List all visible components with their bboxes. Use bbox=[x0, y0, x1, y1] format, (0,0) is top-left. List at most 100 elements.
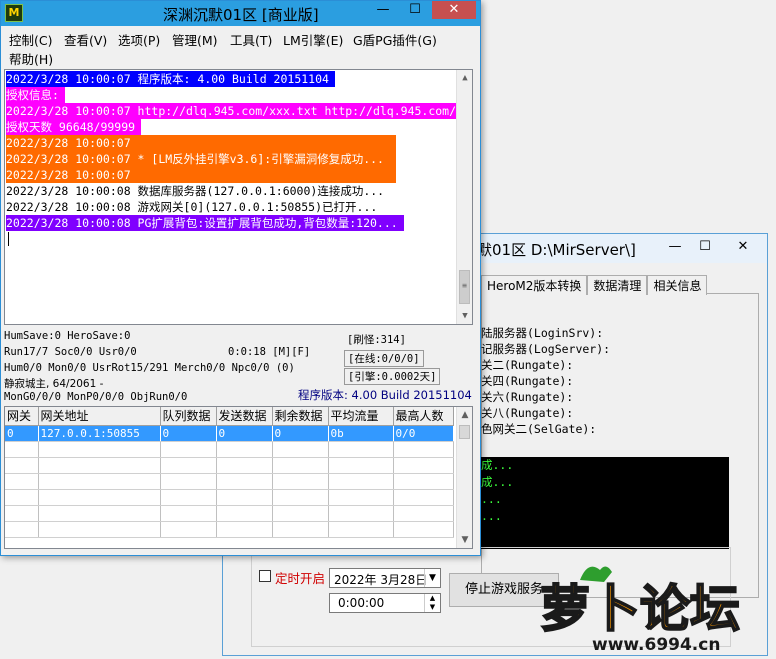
log-line: 2022/3/28 10:00:07 bbox=[6, 167, 396, 183]
spinner-icon[interactable]: ▲ ▼ bbox=[424, 594, 440, 612]
version-text: 程序版本: 4.00 Build 20151104 bbox=[298, 388, 472, 402]
humsave-text: HumSave:0 HeroSave:0 bbox=[4, 330, 131, 342]
chevron-down-icon[interactable]: ▼ bbox=[424, 569, 440, 587]
scroll-down-icon[interactable]: ▼ bbox=[457, 532, 472, 548]
table-scrollbar[interactable]: ▲ ▼ bbox=[456, 407, 472, 548]
run-text: Run17/7 Soc0/0 Usr0/0 bbox=[4, 346, 137, 358]
scroll-up-icon[interactable]: ▲ bbox=[457, 407, 472, 423]
app-icon: M bbox=[5, 4, 23, 22]
refresh-box: [刷怪:314] bbox=[344, 332, 409, 347]
column-header[interactable]: 网关 bbox=[5, 407, 39, 426]
m2-server-window: M 深渊沉默01区 [商业版] — ☐ ✕ 控制(C) 查看(V) 选项(P) … bbox=[0, 0, 481, 556]
table-cell: 127.0.0.1:50855 bbox=[38, 425, 161, 442]
window-title: 深渊沉默01区 [商业版] bbox=[163, 6, 319, 24]
console-line: 成... bbox=[481, 475, 514, 489]
column-header[interactable]: 网关地址 bbox=[38, 407, 161, 426]
service-label: 关二(Rungate): bbox=[481, 358, 574, 372]
table-cell: 0 bbox=[272, 425, 329, 442]
logo-text: 萝卜论坛 bbox=[540, 580, 740, 638]
log-line: 2022/3/28 10:00:08 PG扩展背包:设置扩展背包成功,背包数量:… bbox=[6, 215, 404, 231]
service-label: 陆服务器(LoginSrv): bbox=[481, 326, 604, 340]
status-panel: HumSave:0 HeroSave:0 Run17/7 Soc0/0 Usr0… bbox=[4, 327, 473, 405]
table-row[interactable] bbox=[5, 521, 454, 538]
scroll-down-icon[interactable]: ▼ bbox=[457, 308, 472, 324]
table-row[interactable] bbox=[5, 441, 454, 458]
table-cell: 0b bbox=[328, 425, 394, 442]
date-picker[interactable]: 2022年 3月28日 ▼ bbox=[329, 568, 441, 588]
table-row[interactable] bbox=[5, 473, 454, 490]
console-line: ... bbox=[481, 509, 502, 523]
menu-view[interactable]: 查看(V) bbox=[64, 30, 107, 49]
launcher-maximize-button[interactable]: ☐ bbox=[693, 237, 717, 257]
log-line: 2022/3/28 10:00:07 bbox=[6, 135, 396, 151]
table-cell: 0 bbox=[216, 425, 273, 442]
service-label: 色网关二(SelGate): bbox=[481, 422, 597, 436]
log-line: 授权信息: bbox=[6, 87, 65, 103]
service-label: 关四(Rungate): bbox=[481, 374, 574, 388]
service-label: 关八(Rungate): bbox=[481, 406, 574, 420]
table-cell: 0 bbox=[5, 425, 39, 442]
log-line: 授权天数 96648/99999 bbox=[6, 119, 142, 135]
city-text: 静寂城主, 64/2061 - bbox=[4, 378, 104, 390]
close-button[interactable]: ✕ bbox=[432, 1, 476, 19]
launcher-title: 默01区 D:\MirServer\] bbox=[477, 241, 636, 259]
logo-url: www.6994.cn bbox=[592, 635, 720, 655]
table-cell: 0 bbox=[160, 425, 217, 442]
menu-manage[interactable]: 管理(M) bbox=[172, 30, 218, 49]
text-cursor bbox=[8, 232, 9, 246]
table-row[interactable] bbox=[5, 457, 454, 474]
log-scrollbar[interactable]: ▲ ≡ ▼ bbox=[456, 70, 472, 324]
console-line: ... bbox=[481, 492, 502, 506]
service-label: 记服务器(LogServer): bbox=[481, 342, 611, 356]
log-line: 2022/3/28 10:00:08 游戏网关[0](127.0.0.1:508… bbox=[6, 199, 384, 215]
menu-bar: 控制(C) 查看(V) 选项(P) 管理(M) 工具(T) LM引擎(E) G盾… bbox=[1, 27, 480, 67]
column-header[interactable]: 发送数据 bbox=[216, 407, 273, 426]
forum-watermark-logo: 萝卜论坛 www.6994.cn bbox=[539, 560, 776, 656]
tab-herom2-convert[interactable]: HeroM2版本转换 bbox=[481, 275, 588, 295]
menu-lm-engine[interactable]: LM引擎(E) bbox=[283, 30, 343, 49]
minimize-button[interactable]: — bbox=[370, 1, 396, 19]
launcher-close-button[interactable]: ✕ bbox=[731, 237, 755, 257]
timer-text: 0:0:18 [M][F] bbox=[228, 346, 311, 358]
online-box: [在线:0/0/0] bbox=[344, 350, 424, 367]
menu-control[interactable]: 控制(C) bbox=[9, 30, 52, 49]
menu-options[interactable]: 选项(P) bbox=[118, 30, 160, 49]
log-line: 2022/3/28 10:00:07 程序版本: 4.00 Build 2015… bbox=[6, 71, 335, 87]
timer-checkbox[interactable] bbox=[259, 570, 271, 582]
log-line: 2022/3/28 10:00:07 * [LM反外挂引擎v3.6]:引擎漏洞修… bbox=[6, 151, 396, 167]
gateway-table[interactable]: 网关 网关地址 队列数据 发送数据 剩余数据 平均流量 最高人数 0 127.0… bbox=[4, 406, 473, 549]
time-picker[interactable]: 0:00:00 ▲ ▼ bbox=[329, 593, 441, 613]
table-row[interactable]: 0 127.0.0.1:50855 0 0 0 0b 0/0 bbox=[5, 425, 454, 442]
column-header[interactable]: 平均流量 bbox=[328, 407, 394, 426]
log-line: 2022/3/28 10:00:07 http://dlq.945.com/xx… bbox=[6, 103, 472, 119]
launcher-minimize-button[interactable]: — bbox=[663, 237, 687, 257]
carrot-logo-icon: 萝卜论坛 www.6994.cn bbox=[539, 566, 741, 655]
column-header[interactable]: 最高人数 bbox=[393, 407, 454, 426]
titlebar: M 深渊沉默01区 [商业版] — ☐ ✕ bbox=[1, 1, 480, 26]
engine-box: [引擎:0.0002天] bbox=[344, 368, 441, 385]
tab-data-cleanup[interactable]: 数据清理 bbox=[587, 275, 648, 295]
table-row[interactable] bbox=[5, 505, 454, 522]
menu-tools[interactable]: 工具(T) bbox=[230, 30, 272, 49]
table-row[interactable] bbox=[5, 489, 454, 506]
log-panel[interactable]: 2022/3/28 10:00:07 程序版本: 4.00 Build 2015… bbox=[4, 69, 473, 325]
column-header[interactable]: 队列数据 bbox=[160, 407, 217, 426]
table-cell: 0/0 bbox=[393, 425, 454, 442]
table-header-row: 网关 网关地址 队列数据 发送数据 剩余数据 平均流量 最高人数 bbox=[5, 407, 454, 426]
maximize-button[interactable]: ☐ bbox=[402, 1, 428, 19]
scroll-up-icon[interactable]: ▲ bbox=[457, 70, 472, 86]
scroll-thumb[interactable]: ≡ bbox=[459, 270, 470, 304]
timer-checkbox-label[interactable]: 定时开启 bbox=[275, 568, 325, 587]
menu-help[interactable]: 帮助(H) bbox=[9, 49, 53, 68]
launcher-tabs: HeroM2版本转换 数据清理 相关信息 bbox=[481, 275, 708, 295]
time-value: 0:00:00 bbox=[338, 596, 385, 610]
service-list: 陆服务器(LoginSrv): 记服务器(LogServer): 关二(Rung… bbox=[481, 325, 610, 437]
column-header[interactable]: 剩余数据 bbox=[272, 407, 329, 426]
menu-g-plugin[interactable]: G盾PG插件(G) bbox=[353, 30, 437, 49]
console-line: 成... bbox=[481, 458, 514, 472]
tab-related-info[interactable]: 相关信息 bbox=[647, 275, 708, 295]
scroll-thumb[interactable] bbox=[459, 425, 470, 439]
service-label: 关六(Rungate): bbox=[481, 390, 574, 404]
mong-text: MonG0/0/0 MonP0/0/0 ObjRun0/0 bbox=[4, 391, 188, 403]
log-line: 2022/3/28 10:00:08 数据库服务器(127.0.0.1:6000… bbox=[6, 183, 391, 199]
